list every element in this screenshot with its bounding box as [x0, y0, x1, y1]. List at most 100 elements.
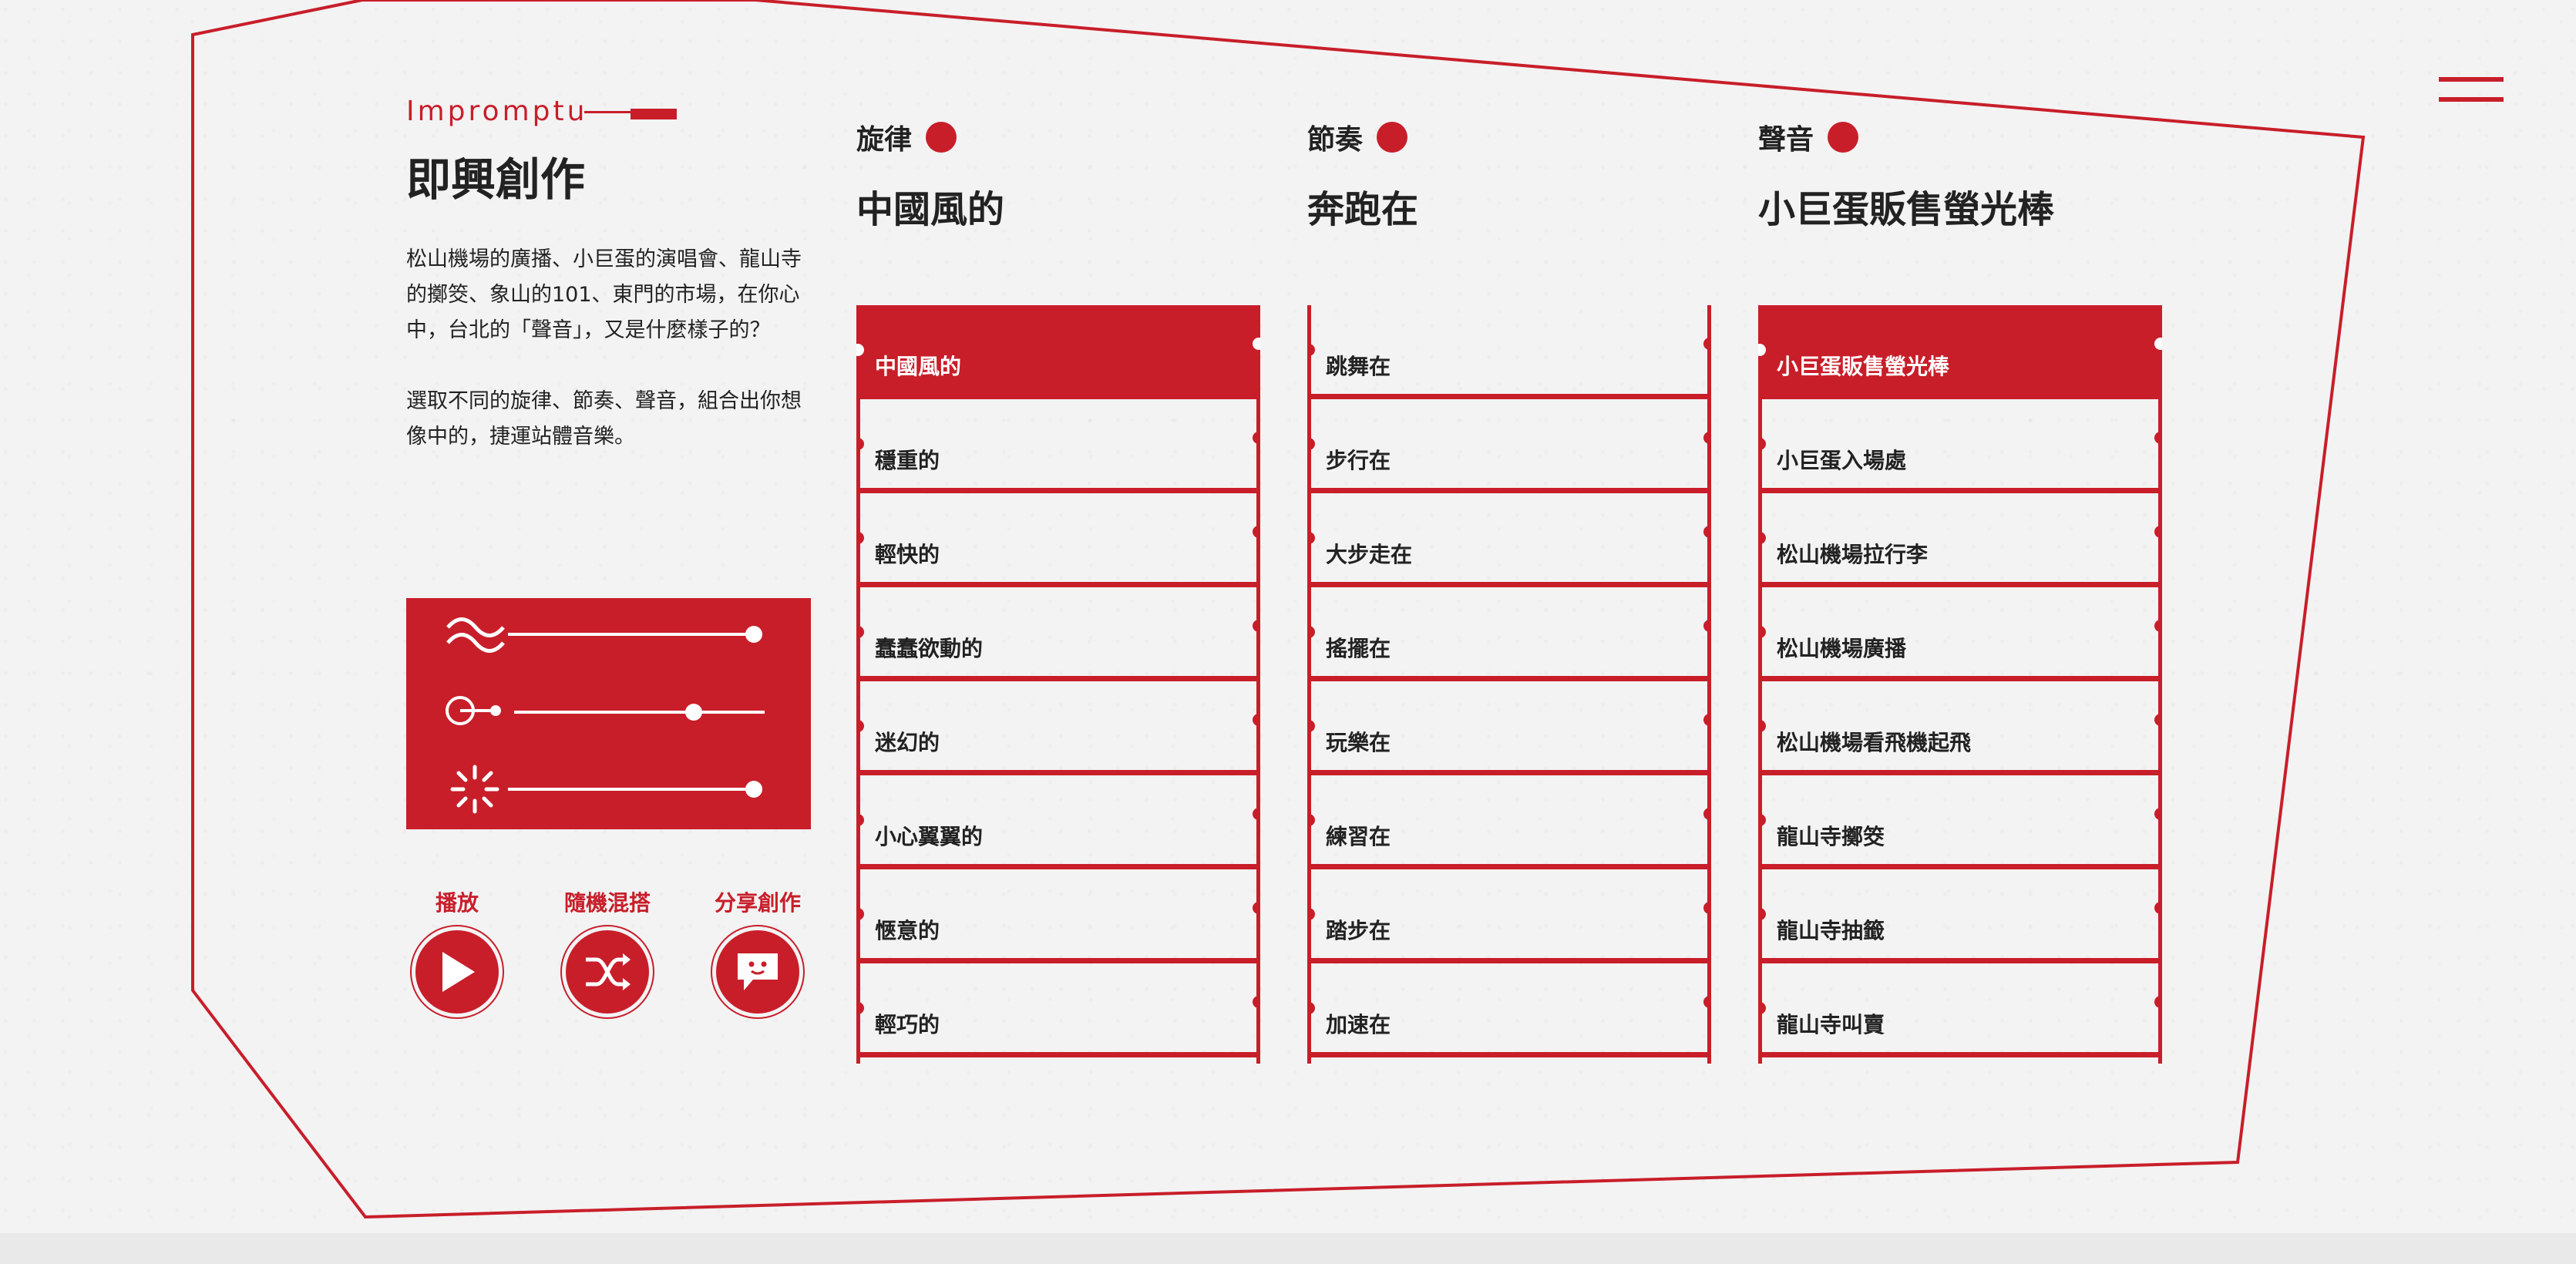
melody-option[interactable]: 小心翼翼的: [856, 775, 1260, 869]
rail-notch: [1253, 338, 1260, 350]
option-label: 踏步在: [1326, 918, 1391, 943]
rhythm-option[interactable]: 加速在: [1307, 963, 1711, 1057]
rhythm-option[interactable]: 玩樂在: [1307, 681, 1711, 775]
sound-list[interactable]: 小巨蛋販售螢光棒 小巨蛋入場處松山機場拉行李松山機場廣播松山機場看飛機起飛龍山寺擲…: [1758, 305, 2162, 1064]
sound-option[interactable]: 松山機場看飛機起飛: [1758, 681, 2162, 775]
slider-knob-2[interactable]: [685, 704, 702, 721]
rail-notch: [1253, 620, 1260, 632]
rail-notch: [1758, 720, 1766, 732]
menu-button[interactable]: [2439, 77, 2504, 105]
rail-notch: [856, 720, 864, 732]
page-title: 即興創作: [406, 153, 586, 206]
rhythm-option[interactable]: 踏步在: [1307, 869, 1711, 963]
rail-notch: [1253, 808, 1260, 820]
rail-notch: [1307, 908, 1315, 920]
rail-notch: [2154, 432, 2162, 444]
slider-track-3[interactable]: [508, 788, 753, 791]
option-label: 松山機場廣播: [1777, 636, 1907, 661]
option-divider: [1307, 488, 1711, 493]
melody-option[interactable]: 輕巧的: [856, 963, 1260, 1057]
slider-track-2[interactable]: [514, 711, 765, 714]
rail-notch: [1758, 1002, 1766, 1014]
sound-option[interactable]: 龍山寺擲筊: [1758, 775, 2162, 869]
play-button[interactable]: [410, 925, 504, 1019]
slider-track-1[interactable]: [508, 633, 753, 636]
rhythm-heading: 節奏: [1307, 117, 1408, 157]
sound-option[interactable]: 小巨蛋販售螢光棒: [1758, 305, 2162, 399]
rail-notch: [2154, 902, 2162, 914]
option-divider: [856, 582, 1260, 587]
option-divider: [856, 958, 1260, 963]
melody-option[interactable]: 穩重的: [856, 399, 1260, 493]
melody-option[interactable]: 愜意的: [856, 869, 1260, 963]
option-label: 迷幻的: [875, 730, 940, 755]
option-divider: [1758, 770, 2162, 775]
rail-notch: [856, 438, 864, 450]
sound-heading: 聲音: [1758, 117, 1859, 157]
option-label: 加速在: [1326, 1012, 1391, 1037]
sound-option[interactable]: 松山機場廣播: [1758, 587, 2162, 681]
rail-notch: [1307, 1002, 1315, 1014]
rhythm-list[interactable]: 跳舞在步行在大步走在搖擺在玩樂在練習在踏步在加速在: [1307, 305, 1711, 1064]
option-label: 小巨蛋入場處: [1777, 448, 1907, 473]
sound-heading-label: 聲音: [1758, 124, 1814, 156]
option-divider: [1758, 1052, 2162, 1057]
rail-notch: [1253, 996, 1260, 1008]
slider-knob-3[interactable]: [745, 781, 762, 798]
sound-option[interactable]: 龍山寺叫賣: [1758, 963, 2162, 1057]
melody-heading: 旋律: [856, 117, 957, 157]
melody-option[interactable]: 蠢蠢欲動的: [856, 587, 1260, 681]
melody-option[interactable]: 迷幻的: [856, 681, 1260, 775]
melody-list[interactable]: 中國風的 穩重的 輕快的蠢蠢欲動的迷幻的小心翼翼的愜意的輕巧的: [856, 305, 1260, 1064]
rail-notch: [1253, 526, 1260, 538]
rhythm-option[interactable]: 大步走在: [1307, 493, 1711, 587]
rail-notch: [856, 814, 864, 826]
rhythm-option[interactable]: 步行在: [1307, 399, 1711, 493]
option-label: 步行在: [1326, 448, 1391, 473]
rhythm-option[interactable]: 跳舞在: [1307, 305, 1711, 399]
melody-indicator-dot: [926, 122, 957, 153]
share-control: 分享創作: [708, 886, 808, 1019]
option-label: 蠢蠢欲動的: [875, 636, 984, 661]
shuffle-button[interactable]: [560, 925, 654, 1019]
option-divider: [1307, 1052, 1711, 1057]
option-label: 龍山寺擲筊: [1777, 824, 1885, 849]
wave-icon: [446, 617, 505, 653]
rail-notch: [1703, 432, 1711, 444]
melody-option[interactable]: 輕快的: [856, 493, 1260, 587]
decorative-frame: [191, 0, 2366, 1219]
melody-heading-label: 旋律: [856, 124, 913, 156]
sound-option[interactable]: 小巨蛋入場處: [1758, 399, 2162, 493]
hamburger-line: [2439, 77, 2504, 82]
rhythm-option[interactable]: 練習在: [1307, 775, 1711, 869]
intro-text: 松山機場的廣播、小巨蛋的演唱會、龍山寺的擲筊、象山的101、東門的市場，在你心中…: [406, 242, 815, 455]
rail-notch: [2154, 526, 2162, 538]
option-divider: [856, 676, 1260, 681]
rhythm-indicator-dot: [1377, 122, 1408, 153]
rail-notch: [1703, 714, 1711, 726]
slider-knob-1[interactable]: [745, 626, 762, 643]
option-label: 搖擺在: [1326, 636, 1391, 661]
option-label: 愜意的: [875, 918, 940, 943]
melody-option[interactable]: 中國風的: [856, 305, 1260, 399]
shuffle-label: 隨機混搭: [563, 890, 651, 916]
section-eyebrow: Impromptu: [406, 96, 588, 127]
melody-current: 中國風的: [856, 188, 1005, 231]
sound-option[interactable]: 龍山寺抽籤: [1758, 869, 2162, 963]
rail-notch: [1253, 714, 1260, 726]
rail-notch: [856, 626, 864, 638]
rail-notch: [1703, 902, 1711, 914]
sound-indicator-dot: [1828, 122, 1859, 153]
rail-notch: [1703, 620, 1711, 632]
rhythm-option[interactable]: 搖擺在: [1307, 587, 1711, 681]
option-label: 小巨蛋販售螢光棒: [1777, 354, 1950, 379]
option-divider: [1307, 582, 1711, 587]
option-divider: [1758, 864, 2162, 869]
option-divider: [856, 488, 1260, 493]
option-label: 練習在: [1326, 824, 1391, 849]
sound-option[interactable]: 松山機場拉行李: [1758, 493, 2162, 587]
option-divider: [856, 864, 1260, 869]
share-button[interactable]: [711, 925, 805, 1019]
option-divider: [1307, 676, 1711, 681]
rail-notch: [2154, 714, 2162, 726]
